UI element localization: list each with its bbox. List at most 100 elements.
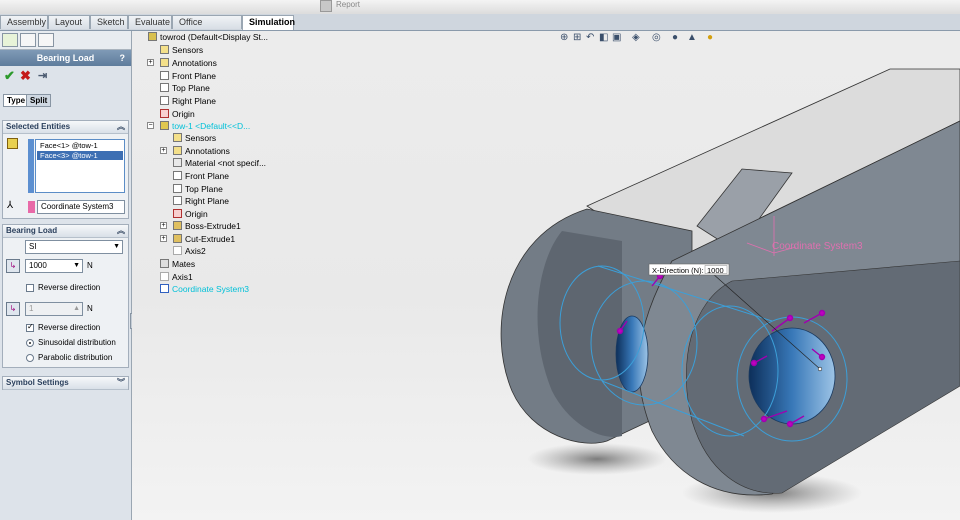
- tree-item-material[interactable]: Material <not specif...: [173, 157, 266, 169]
- coord-color-swatch: [28, 201, 35, 213]
- bearing-load-group: Bearing Load ︽ SI ▼ ↳ 1000 ▼ N Reverse d…: [2, 224, 129, 368]
- tree-item-right-plane[interactable]: Right Plane: [173, 195, 229, 207]
- tree-item-annotations[interactable]: Annotations: [173, 145, 230, 157]
- symbol-settings-header[interactable]: Symbol Settings ︾: [3, 377, 128, 390]
- ok-checkmark-icon[interactable]: ✔: [4, 69, 15, 83]
- reverse-direction-checkbox[interactable]: [26, 284, 34, 292]
- selected-entities-group: Selected Entities ︽ Face<1> @tow-1 Face<…: [2, 120, 129, 219]
- axis-icon: [173, 246, 182, 255]
- tree-item-coordinate-system[interactable]: Coordinate System3: [160, 283, 249, 295]
- reverse-direction-checkbox-checked[interactable]: ✓: [26, 322, 34, 332]
- tab-assembly[interactable]: Assembly: [0, 15, 48, 29]
- ribbon-report-label[interactable]: Report: [336, 0, 360, 9]
- near-bore: [748, 327, 836, 425]
- ribbon-report-icon[interactable]: [320, 0, 332, 12]
- tree-item-sensors[interactable]: Sensors: [160, 44, 203, 56]
- view-orientation-icon[interactable]: ▣: [612, 32, 621, 43]
- tree-root[interactable]: towrod (Default<Display St...: [148, 31, 268, 43]
- tree-item-top-plane[interactable]: Top Plane: [160, 82, 210, 94]
- expand-icon[interactable]: +: [147, 59, 154, 66]
- hide-show-icon[interactable]: ◎: [652, 32, 661, 43]
- annotation-icon: [160, 58, 169, 67]
- tree-item-axis[interactable]: Axis2: [173, 245, 206, 257]
- panel-title-text: Bearing Load: [36, 53, 95, 63]
- sinusoidal-radio[interactable]: [26, 339, 34, 347]
- y-force-input[interactable]: 1 ▲: [25, 302, 83, 316]
- tree-item-axis[interactable]: Axis1: [160, 271, 193, 283]
- coordinate-system-field[interactable]: Coordinate System3: [37, 200, 125, 214]
- pushpin-icon[interactable]: ⇥: [38, 69, 47, 83]
- reverse-direction-label: Reverse direction: [38, 283, 101, 292]
- tab-layout[interactable]: Layout: [48, 15, 90, 29]
- tab-office-products[interactable]: Office Products: [172, 15, 242, 40]
- tree-item-sensors[interactable]: Sensors: [173, 132, 216, 144]
- display-style-icon[interactable]: ◈: [632, 32, 640, 43]
- tree-item-component[interactable]: tow-1 <Default<<D...: [160, 120, 250, 132]
- previous-view-icon[interactable]: ↶: [586, 32, 594, 43]
- extrude-icon: [173, 221, 182, 230]
- tree-item-boss-extrude[interactable]: Boss-Extrude1: [173, 220, 241, 232]
- edit-appearance-icon[interactable]: ●: [672, 32, 678, 43]
- tree-item-label: Annotations: [185, 146, 230, 156]
- mates-icon: [160, 259, 169, 268]
- zoom-to-fit-icon[interactable]: ⊕: [560, 32, 568, 43]
- action-row: ✔ ✖ ⇥: [2, 69, 130, 85]
- symbol-settings-group[interactable]: Symbol Settings ︾: [2, 376, 129, 390]
- expand-icon[interactable]: +: [160, 235, 167, 242]
- tree-item-mates[interactable]: Mates: [160, 258, 195, 270]
- parabolic-radio[interactable]: [26, 354, 34, 362]
- selected-entities-header[interactable]: Selected Entities ︽: [3, 121, 128, 134]
- property-manager: Bearing Load ? ✔ ✖ ⇥ Type Split Selected…: [0, 31, 135, 520]
- tree-item-right-plane[interactable]: Right Plane: [160, 95, 216, 107]
- tab-simulation[interactable]: Simulation: [242, 15, 295, 30]
- reverse-direction-label: Reverse direction: [38, 323, 101, 332]
- faces-listbox[interactable]: Face<1> @tow-1 Face<3> @tow-1: [35, 139, 125, 193]
- tree-item-origin[interactable]: Origin: [173, 208, 208, 220]
- collapse-chevron-icon[interactable]: ︽: [117, 225, 125, 237]
- y-force-unit: N: [87, 304, 93, 313]
- x-force-input[interactable]: 1000 ▼: [25, 259, 83, 273]
- x-force-unit: N: [87, 261, 93, 270]
- cancel-x-icon[interactable]: ✖: [20, 69, 31, 83]
- property-manager-tab-icon[interactable]: [20, 33, 36, 47]
- tab-evaluate[interactable]: Evaluate: [128, 15, 172, 29]
- expand-icon[interactable]: +: [160, 222, 167, 229]
- plane-icon: [173, 184, 182, 193]
- collapse-icon[interactable]: −: [147, 122, 154, 129]
- tree-item-annotations[interactable]: Annotations: [160, 57, 217, 69]
- origin-icon: [173, 209, 182, 218]
- list-color-swatch: [28, 139, 34, 193]
- tree-item-cut-extrude[interactable]: Cut-Extrude1: [173, 233, 235, 245]
- callout-value[interactable]: 1000: [707, 266, 724, 275]
- chevron-down-icon: ▼: [73, 262, 80, 269]
- units-select[interactable]: SI ▼: [25, 240, 123, 254]
- list-item-selected[interactable]: Face<3> @tow-1: [37, 151, 123, 160]
- expand-chevron-icon[interactable]: ︾: [117, 377, 125, 389]
- tab-sketch[interactable]: Sketch: [90, 15, 128, 29]
- feature-tree-tab-icon[interactable]: [2, 33, 18, 47]
- callout-label: X-Direction (N):: [652, 266, 704, 275]
- zoom-area-icon[interactable]: ⊞: [573, 32, 581, 43]
- feature-manager-tree: towrod (Default<Display St... Sensors + …: [140, 31, 290, 301]
- plane-icon: [173, 196, 182, 205]
- panel-title: Bearing Load ?: [0, 50, 131, 66]
- view-settings-icon[interactable]: ●: [707, 32, 713, 43]
- apply-scene-icon[interactable]: ▲: [687, 32, 697, 43]
- tree-item-top-plane[interactable]: Top Plane: [173, 183, 223, 195]
- bearing-load-header[interactable]: Bearing Load ︽: [3, 225, 128, 238]
- tab-split[interactable]: Split: [26, 94, 52, 107]
- tree-item-origin[interactable]: Origin: [160, 108, 195, 120]
- collapse-chevron-icon[interactable]: ︽: [117, 121, 125, 133]
- face-selection-icon: [7, 138, 18, 149]
- tree-item-label: Material <not specif...: [185, 158, 267, 168]
- section-view-icon[interactable]: ◧: [599, 32, 608, 43]
- tree-item-front-plane[interactable]: Front Plane: [173, 170, 229, 182]
- tree-item-label: Right Plane: [185, 196, 229, 206]
- selected-entities-title: Selected Entities: [6, 122, 71, 131]
- list-item[interactable]: Face<1> @tow-1: [37, 141, 123, 150]
- expand-icon[interactable]: +: [160, 147, 167, 154]
- help-button[interactable]: ?: [120, 50, 126, 66]
- tree-item-front-plane[interactable]: Front Plane: [160, 70, 216, 82]
- assembly-icon: [148, 32, 157, 41]
- configuration-tab-icon[interactable]: [38, 33, 54, 47]
